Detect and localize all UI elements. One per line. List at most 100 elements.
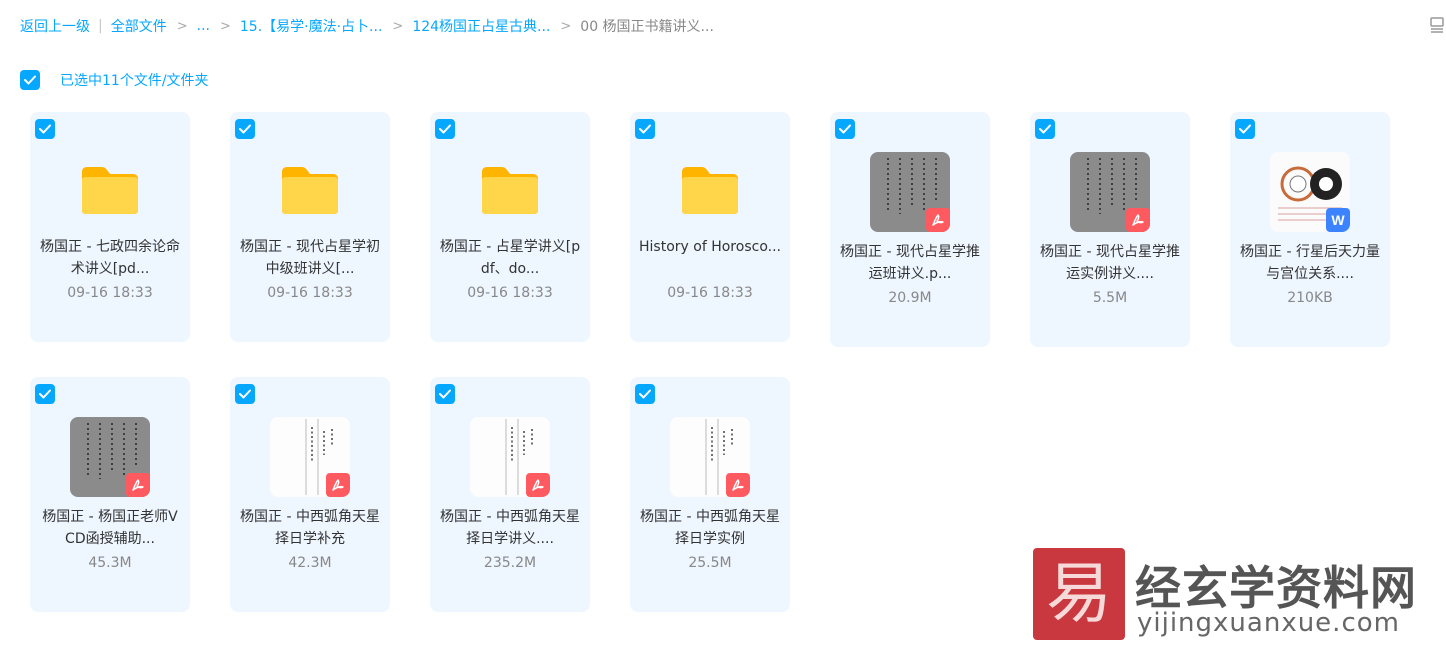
file-size: 25.5M <box>688 555 732 571</box>
file-card[interactable]: 杨国正 - 杨国正老师VCD函授辅助... 45.3M <box>30 377 190 612</box>
folder-icon <box>682 167 738 214</box>
folder-icon <box>282 167 338 214</box>
selection-bar: 已选中11个文件/文件夹 <box>20 70 209 90</box>
checkmark-icon <box>639 124 651 134</box>
folder-card[interactable]: 杨国正 - 七政四余论命术讲义[pd... 09-16 18:33 <box>30 112 190 342</box>
document-thumbnail <box>70 417 150 497</box>
breadcrumb-ellipsis[interactable]: ... <box>197 18 210 34</box>
file-checkbox[interactable] <box>435 384 455 404</box>
folder-card[interactable]: History of Horosco... 09-16 18:33 <box>630 112 790 342</box>
file-size: 42.3M <box>288 555 332 571</box>
file-card[interactable]: 杨国正 - 中西弧角天星择日学实例 25.5M <box>630 377 790 612</box>
file-card[interactable]: 杨国正 - 现代占星学推运实例讲义.... 5.5M <box>1030 112 1190 347</box>
file-name: 杨国正 - 现代占星学推运实例讲义.... <box>1040 244 1180 282</box>
pdf-icon <box>332 479 344 491</box>
file-size: 5.5M <box>1092 290 1128 306</box>
file-name: 杨国正 - 现代占星学推运班讲义.p... <box>840 244 980 282</box>
pdf-icon <box>526 473 550 497</box>
folder-icon <box>270 160 350 220</box>
pdf-icon <box>326 473 350 497</box>
pdf-icon <box>126 473 150 497</box>
breadcrumb-all-files[interactable]: 全部文件 <box>111 16 167 36</box>
breadcrumb-level-2[interactable]: 124杨国正占星古典... <box>412 16 550 36</box>
checkmark-icon <box>639 389 651 399</box>
pdf-icon <box>132 479 144 491</box>
breadcrumb-current: 00 杨国正书籍讲义... <box>580 19 714 35</box>
breadcrumb-divider: | <box>98 18 103 34</box>
file-name: 杨国正 - 现代占星学初中级班讲义[... <box>240 239 380 277</box>
file-checkbox[interactable] <box>435 119 455 139</box>
folder-icon <box>482 167 538 214</box>
file-checkbox[interactable] <box>235 119 255 139</box>
checkmark-icon <box>39 389 51 399</box>
file-name: 杨国正 - 杨国正老师VCD函授辅助... <box>42 509 178 547</box>
file-date: 09-16 18:33 <box>467 285 553 301</box>
file-name: 杨国正 - 中西弧角天星择日学实例 <box>640 509 780 547</box>
watermark: 易 经玄学资料网 yijingxuanxue.com <box>1033 548 1433 644</box>
checkmark-icon <box>439 124 451 134</box>
checkmark-icon <box>1039 124 1051 134</box>
pdf-icon <box>732 479 744 491</box>
list-layout-icon[interactable] <box>1428 16 1446 34</box>
pdf-icon <box>726 473 750 497</box>
file-checkbox[interactable] <box>635 119 655 139</box>
file-name: History of Horosco... <box>639 239 781 255</box>
file-name: 杨国正 - 中西弧角天星择日学讲义.... <box>440 509 580 547</box>
file-checkbox[interactable] <box>35 119 55 139</box>
breadcrumb-arrow-icon: > <box>219 18 231 34</box>
pdf-icon <box>1126 208 1150 232</box>
breadcrumb-arrow-icon: > <box>560 18 572 34</box>
checkmark-icon <box>1239 124 1251 134</box>
document-thumbnail <box>270 417 350 497</box>
file-date: 09-16 18:33 <box>67 285 153 301</box>
folder-icon <box>470 160 550 220</box>
file-checkbox[interactable] <box>635 384 655 404</box>
file-card[interactable]: 杨国正 - 中西弧角天星择日学补充 42.3M <box>230 377 390 612</box>
pdf-icon <box>932 214 944 226</box>
file-card[interactable]: 杨国正 - 中西弧角天星择日学讲义.... 235.2M <box>430 377 590 612</box>
document-thumbnail <box>670 417 750 497</box>
file-card[interactable]: 杨国正 - 现代占星学推运班讲义.p... 20.9M <box>830 112 990 347</box>
folder-card[interactable]: 杨国正 - 占星学讲义[pdf、do... 09-16 18:33 <box>430 112 590 342</box>
file-name: 杨国正 - 行星后天力量与宫位关系.... <box>1240 244 1380 282</box>
pdf-icon <box>532 479 544 491</box>
file-card[interactable]: W 杨国正 - 行星后天力量与宫位关系.... 210KB <box>1230 112 1390 347</box>
file-name: 杨国正 - 中西弧角天星择日学补充 <box>240 509 380 547</box>
breadcrumb: 返回上一级 | 全部文件 > ... > 15.【易学·魔法·占卜... > 1… <box>20 16 714 36</box>
selection-count-label: 已选中11个文件/文件夹 <box>60 73 209 89</box>
file-checkbox[interactable] <box>1035 119 1055 139</box>
document-thumbnail: W <box>1270 152 1350 232</box>
file-date: 09-16 18:33 <box>267 285 353 301</box>
pdf-icon <box>926 208 950 232</box>
pdf-icon <box>1132 214 1144 226</box>
select-all-checkbox[interactable] <box>20 70 40 90</box>
file-size: 45.3M <box>88 555 132 571</box>
watermark-logo: 易 <box>1033 548 1125 640</box>
file-name: 杨国正 - 七政四余论命术讲义[pd... <box>40 239 180 277</box>
breadcrumb-arrow-icon: > <box>176 18 188 34</box>
folder-icon <box>70 160 150 220</box>
word-icon: W <box>1326 208 1350 232</box>
folder-icon <box>82 167 138 214</box>
document-thumbnail <box>870 152 950 232</box>
checkmark-icon <box>239 389 251 399</box>
watermark-url: yijingxuanxue.com <box>1137 608 1400 638</box>
file-name: 杨国正 - 占星学讲义[pdf、do... <box>439 239 581 277</box>
file-checkbox[interactable] <box>835 119 855 139</box>
folder-card[interactable]: 杨国正 - 现代占星学初中级班讲义[... 09-16 18:33 <box>230 112 390 342</box>
file-size: 20.9M <box>888 290 932 306</box>
checkmark-icon <box>239 124 251 134</box>
back-link[interactable]: 返回上一级 <box>20 16 90 36</box>
checkmark-icon <box>39 124 51 134</box>
file-checkbox[interactable] <box>35 384 55 404</box>
breadcrumb-arrow-icon: > <box>392 18 404 34</box>
folder-icon <box>670 160 750 220</box>
file-size: 235.2M <box>483 555 537 571</box>
document-thumbnail <box>1070 152 1150 232</box>
document-thumbnail <box>470 417 550 497</box>
file-checkbox[interactable] <box>235 384 255 404</box>
file-checkbox[interactable] <box>1235 119 1255 139</box>
breadcrumb-level-1[interactable]: 15.【易学·魔法·占卜... <box>240 16 383 36</box>
file-size: 210KB <box>1287 290 1333 306</box>
checkmark-icon <box>24 75 36 85</box>
